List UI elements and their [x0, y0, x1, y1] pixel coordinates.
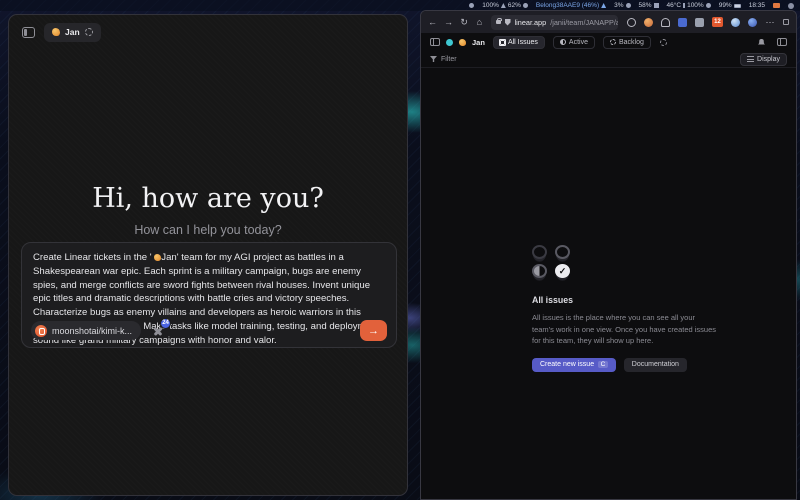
- wifi-module: Belong38AAE9 (46%): [536, 2, 606, 9]
- sidebar-toggle-icon[interactable]: [22, 27, 35, 38]
- forward-button[interactable]: →: [444, 17, 453, 27]
- extension-flag-icon[interactable]: [678, 18, 687, 27]
- battery-module: 99%: [719, 2, 741, 9]
- empty-state: ✓ All issues All issues is the place whe…: [532, 245, 718, 372]
- mail-tray-icon[interactable]: [773, 3, 780, 8]
- audio-module: 100% 62%: [482, 2, 528, 9]
- linear-app: Jan All Issues Active Backlog: [421, 33, 796, 499]
- done-status-icon: ✓: [555, 264, 570, 278]
- overflow-menu[interactable]: ⋯: [765, 17, 775, 28]
- browser-window: ← → ↻ ⌂ linear.app/janii/team/JANAPP/all…: [420, 10, 797, 500]
- team-label: Jan: [472, 38, 485, 47]
- gear-icon[interactable]: [85, 28, 93, 36]
- extension-cloud-icon[interactable]: [661, 18, 670, 27]
- documentation-button[interactable]: Documentation: [624, 358, 687, 372]
- send-button[interactable]: →: [360, 320, 387, 341]
- workspace-avatar[interactable]: [446, 39, 453, 46]
- cpu-icon: [626, 3, 631, 8]
- status-icons: ✓: [532, 245, 718, 278]
- in-progress-status-icon: [532, 264, 547, 278]
- prompt-composer[interactable]: Create Linear tickets in the ' Jan' team…: [21, 242, 397, 348]
- memory-module: 58%: [639, 2, 659, 9]
- composer-toolbar: moonshotai/kimi-k... 24 →: [31, 320, 387, 341]
- clock: 18:35: [749, 2, 765, 9]
- tools-button[interactable]: 24: [150, 323, 166, 339]
- right-panel-toggle-icon[interactable]: [777, 38, 787, 46]
- greeting-subtitle: How can I help you today?: [9, 223, 407, 237]
- send-arrow-icon: →: [368, 325, 379, 337]
- speaker-icon: [501, 3, 506, 8]
- extension-globe-icon[interactable]: [627, 18, 636, 27]
- active-icon: [560, 39, 566, 45]
- lock-icon: [496, 20, 501, 24]
- browser-toolbar: ← → ↻ ⌂ linear.app/janii/team/JANAPP/all…: [421, 11, 796, 33]
- extension-globe2-icon[interactable]: [731, 18, 740, 27]
- create-issue-button[interactable]: Create new issue C: [532, 358, 616, 372]
- extension-badge[interactable]: 12: [712, 17, 723, 27]
- greeting-title: Hi, how are you?: [9, 183, 407, 214]
- wave-emoji: [52, 28, 60, 36]
- cpu-module: 3%: [614, 2, 630, 9]
- privacy-indicator: [469, 3, 474, 8]
- empty-state-description: All issues is the place where you can se…: [532, 312, 718, 347]
- display-button[interactable]: Display: [740, 53, 787, 66]
- header-right: [758, 38, 787, 46]
- reload-button[interactable]: ↻: [460, 17, 468, 28]
- empty-state-actions: Create new issue C Documentation: [532, 358, 718, 372]
- shortcut-badge: C: [598, 361, 608, 368]
- tray-icon[interactable]: [788, 3, 794, 9]
- jan-header: Jan: [9, 15, 407, 49]
- tab-backlog[interactable]: Backlog: [603, 36, 651, 49]
- extension-sphere-icon[interactable]: [644, 18, 653, 27]
- workspace-pill[interactable]: Jan: [44, 23, 101, 42]
- wifi-icon: [601, 3, 606, 8]
- notifications-icon[interactable]: [758, 39, 765, 46]
- url-bar[interactable]: linear.app/janii/team/JANAPP/all: [491, 15, 618, 30]
- desktop: 100% 62% Belong38AAE9 (46%) 3% 58% 46°C …: [0, 0, 800, 500]
- battery-icon: [734, 4, 741, 8]
- back-button[interactable]: ←: [428, 17, 437, 27]
- model-name: moonshotai/kimi-k...: [52, 326, 132, 336]
- wave-emoji: [459, 39, 466, 46]
- backlog-status-icon: [532, 245, 547, 259]
- home-button[interactable]: ⌂: [475, 17, 483, 27]
- mic-icon: [523, 3, 528, 8]
- memory-icon: [654, 3, 659, 8]
- shield-icon[interactable]: [505, 19, 511, 26]
- view-settings-icon[interactable]: [660, 39, 667, 46]
- all-issues-icon: [500, 40, 505, 45]
- tools-count-badge: 24: [160, 318, 171, 329]
- tab-active[interactable]: Active: [553, 36, 595, 49]
- extensions-row: 12 ⋯: [627, 17, 789, 28]
- model-provider-icon: [35, 325, 47, 337]
- extension-bot-icon[interactable]: [748, 18, 757, 27]
- empty-state-title: All issues: [532, 295, 718, 305]
- sidebar-toggle-icon[interactable]: [430, 38, 440, 46]
- sliders-icon: [747, 56, 754, 62]
- backlog-icon: [610, 39, 616, 45]
- filter-label[interactable]: Filter: [441, 56, 457, 63]
- linear-header: Jan All Issues Active Backlog: [421, 33, 796, 51]
- fan-icon: [706, 3, 711, 8]
- model-selector[interactable]: moonshotai/kimi-k...: [31, 321, 141, 340]
- extension-card-icon[interactable]: [695, 18, 704, 27]
- tab-all-issues[interactable]: All Issues: [493, 36, 545, 49]
- filter-row: Filter Display: [421, 51, 796, 68]
- jan-app-window: Jan Hi, how are you? How can I help you …: [8, 14, 408, 496]
- todo-status-icon: [555, 245, 570, 259]
- url-path: /janii/team/JANAPP/all: [550, 18, 618, 27]
- workspace-label: Jan: [65, 27, 80, 37]
- filter-icon[interactable]: [430, 56, 437, 62]
- thermometer-icon: [683, 3, 685, 8]
- split-view-icon[interactable]: [783, 19, 789, 25]
- screen-share-icon: [469, 3, 474, 8]
- url-host: linear.app: [515, 18, 547, 27]
- temp-module: 46°C 100%: [667, 2, 711, 9]
